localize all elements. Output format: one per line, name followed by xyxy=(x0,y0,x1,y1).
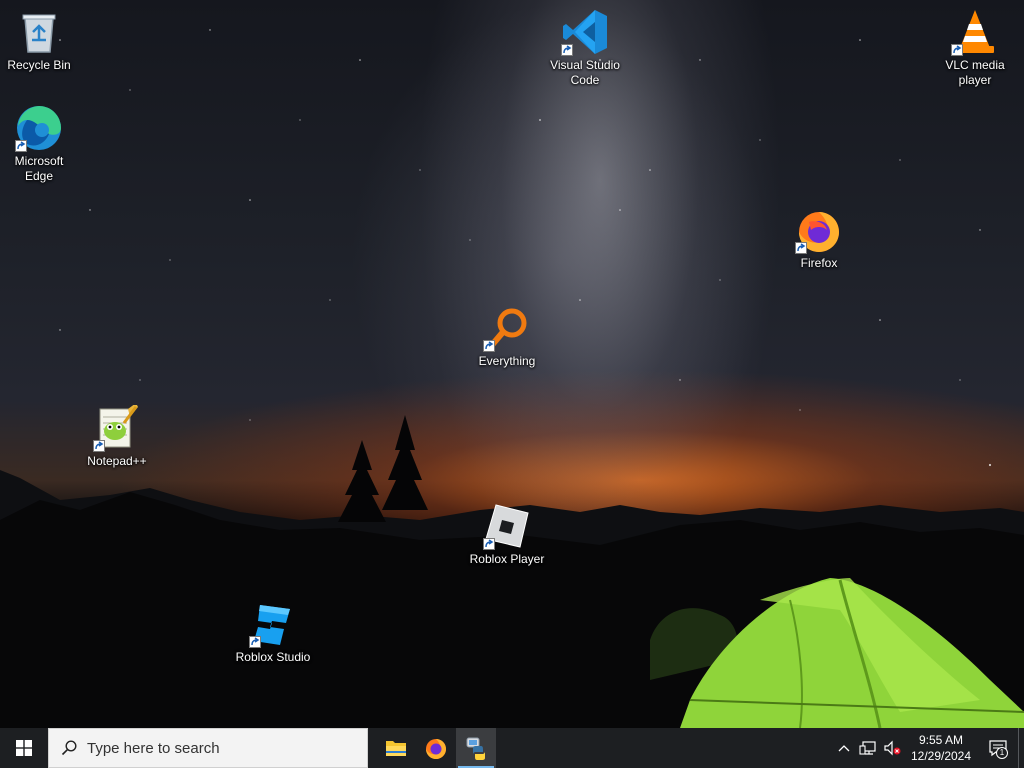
tray-network-button[interactable] xyxy=(856,728,880,768)
desktop-icon-notepad-plus-plus[interactable]: Notepad++ xyxy=(79,404,155,469)
show-desktop-button[interactable] xyxy=(1018,728,1024,768)
network-icon xyxy=(859,741,876,755)
recycle-bin-icon xyxy=(15,8,63,56)
action-center-button[interactable]: 1 xyxy=(978,728,1018,768)
shortcut-arrow-icon xyxy=(951,44,963,56)
taskbar-file-explorer[interactable] xyxy=(376,728,416,768)
shortcut-arrow-icon xyxy=(483,538,495,550)
vlc-icon xyxy=(951,8,999,56)
desktop-icon-label: Everything xyxy=(478,354,536,368)
roblox-player-icon xyxy=(483,502,531,550)
desktop-icon-roblox-player[interactable]: Roblox Player xyxy=(469,502,545,567)
everything-search-icon xyxy=(483,304,531,352)
desktop-icon-label: Roblox Player xyxy=(469,552,545,566)
tray-overflow-button[interactable] xyxy=(832,728,856,768)
desktop-icon-visual-studio-code[interactable]: Visual Studio Code xyxy=(547,8,623,88)
desktop-icon-microsoft-edge[interactable]: Microsoft Edge xyxy=(1,104,77,184)
desktop-icon-everything[interactable]: Everything xyxy=(469,304,545,369)
vscode-icon xyxy=(561,8,609,56)
search-icon xyxy=(61,740,77,756)
taskbar-pinned-apps xyxy=(376,728,496,768)
clock-date: 12/29/2024 xyxy=(910,749,972,763)
desktop-icon-roblox-studio[interactable]: Roblox Studio xyxy=(235,600,311,665)
roblox-studio-icon xyxy=(249,600,297,648)
shortcut-arrow-icon xyxy=(93,440,105,452)
taskbar-python-app[interactable] xyxy=(456,728,496,768)
chevron-up-icon xyxy=(838,745,850,752)
firefox-icon xyxy=(426,739,446,759)
notepad-plus-plus-icon xyxy=(93,404,141,452)
desktop-icon-label: Firefox xyxy=(800,256,838,270)
python-icon xyxy=(466,737,485,760)
desktop-icon-label: Roblox Studio xyxy=(235,650,311,664)
search-placeholder: Type here to search xyxy=(87,739,220,757)
edge-icon xyxy=(15,104,63,152)
taskbar-clock[interactable]: 9:55 AM 12/29/2024 xyxy=(904,728,978,768)
notification-count-badge: 1 xyxy=(996,747,1008,759)
shortcut-arrow-icon xyxy=(561,44,573,56)
firefox-icon xyxy=(795,206,843,254)
desktop-icon-recycle-bin[interactable]: Recycle Bin xyxy=(1,8,77,73)
windows-logo-icon xyxy=(16,740,32,756)
desktop-icon-label: Notepad++ xyxy=(87,454,147,468)
shortcut-arrow-icon xyxy=(249,636,261,648)
shortcut-arrow-icon xyxy=(795,242,807,254)
system-tray: 9:55 AM 12/29/2024 1 xyxy=(832,728,1024,768)
desktop-icon-label: Recycle Bin xyxy=(7,58,71,72)
desktop-icon-label: Microsoft Edge xyxy=(14,154,64,183)
taskbar-search-box[interactable]: Type here to search xyxy=(48,728,368,768)
volume-muted-icon xyxy=(884,740,901,756)
desktop-icon-label: Visual Studio Code xyxy=(550,58,620,87)
taskbar: Type here to search 9:55 AM 12/29/2024 1 xyxy=(0,728,1024,768)
tray-volume-button[interactable] xyxy=(880,728,904,768)
desktop-icon-label: VLC media player xyxy=(945,58,1005,87)
folder-icon xyxy=(386,741,406,756)
start-button[interactable] xyxy=(0,728,48,768)
desktop-icon-firefox[interactable]: Firefox xyxy=(781,206,857,271)
shortcut-arrow-icon xyxy=(483,340,495,352)
shortcut-arrow-icon xyxy=(15,140,27,152)
clock-time: 9:55 AM xyxy=(918,733,964,747)
desktop-icon-vlc[interactable]: VLC media player xyxy=(937,8,1013,88)
taskbar-firefox[interactable] xyxy=(416,728,456,768)
